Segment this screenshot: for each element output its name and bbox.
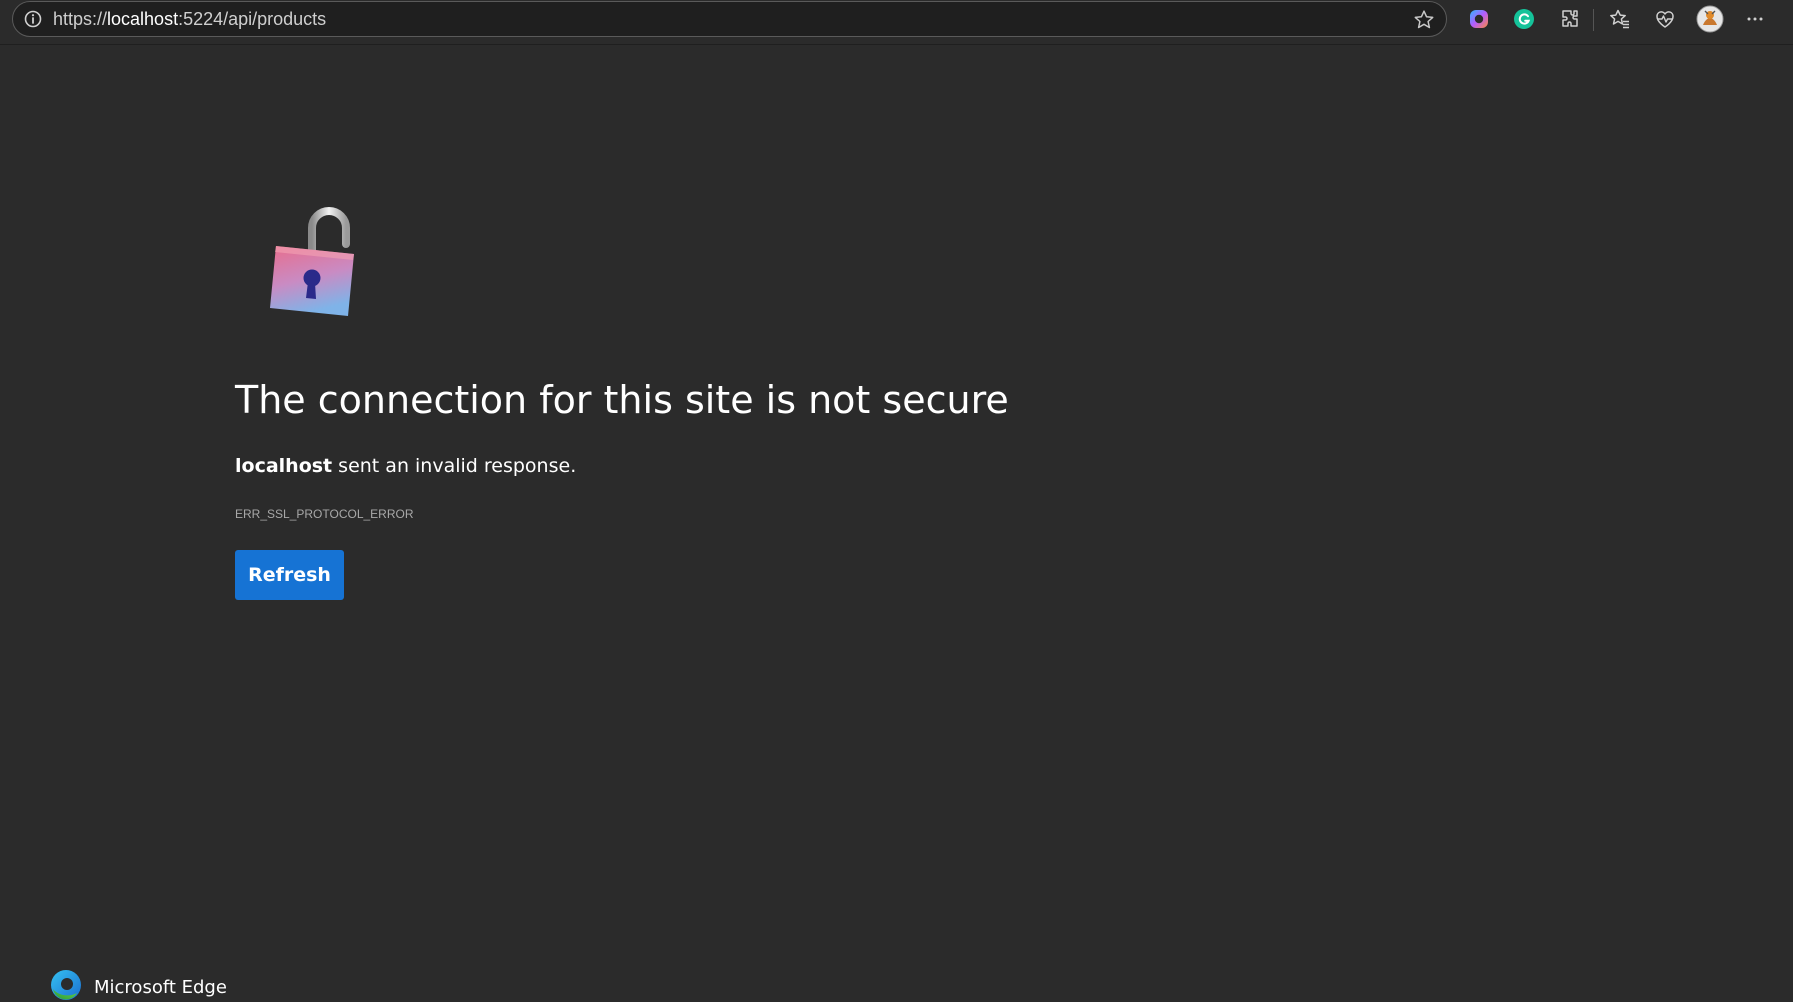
error-code: ERR_SSL_PROTOCOL_ERROR: [235, 507, 414, 521]
url-host: localhost: [107, 9, 179, 29]
grammarly-icon[interactable]: [1510, 5, 1538, 33]
copilot-icon[interactable]: [1465, 5, 1493, 33]
refresh-button[interactable]: Refresh: [235, 550, 344, 600]
extensions-icon[interactable]: [1556, 5, 1584, 33]
url-text[interactable]: https://localhost:5224/api/products: [53, 9, 326, 29]
browser-window: https://localhost:5224/api/products The …: [0, 0, 1793, 1002]
error-message: localhost sent an invalid response.: [235, 452, 576, 480]
browser-essentials-icon[interactable]: [1651, 5, 1679, 33]
more-menu-icon[interactable]: [1741, 5, 1769, 33]
favorites-icon[interactable]: [1606, 5, 1634, 33]
unlocked-padlock-icon: [268, 198, 368, 323]
profile-avatar[interactable]: [1696, 5, 1724, 33]
browser-toolbar: https://localhost:5224/api/products: [0, 0, 1793, 45]
edge-logo-icon: [50, 969, 82, 1002]
address-bar[interactable]: https://localhost:5224/api/products: [12, 1, 1447, 37]
favorite-star-icon[interactable]: [1412, 8, 1436, 32]
brand-footer: Microsoft Edge: [50, 969, 227, 1002]
page-title: The connection for this site is not secu…: [235, 378, 1009, 422]
brand-name: Microsoft Edge: [94, 976, 227, 998]
url-scheme: https://: [53, 9, 108, 29]
url-path: :5224/api/products: [178, 9, 327, 29]
error-message-text: sent an invalid response.: [332, 455, 577, 477]
error-host: localhost: [235, 455, 333, 477]
site-info-icon[interactable]: [23, 9, 43, 29]
toolbar-separator: [1593, 9, 1594, 31]
